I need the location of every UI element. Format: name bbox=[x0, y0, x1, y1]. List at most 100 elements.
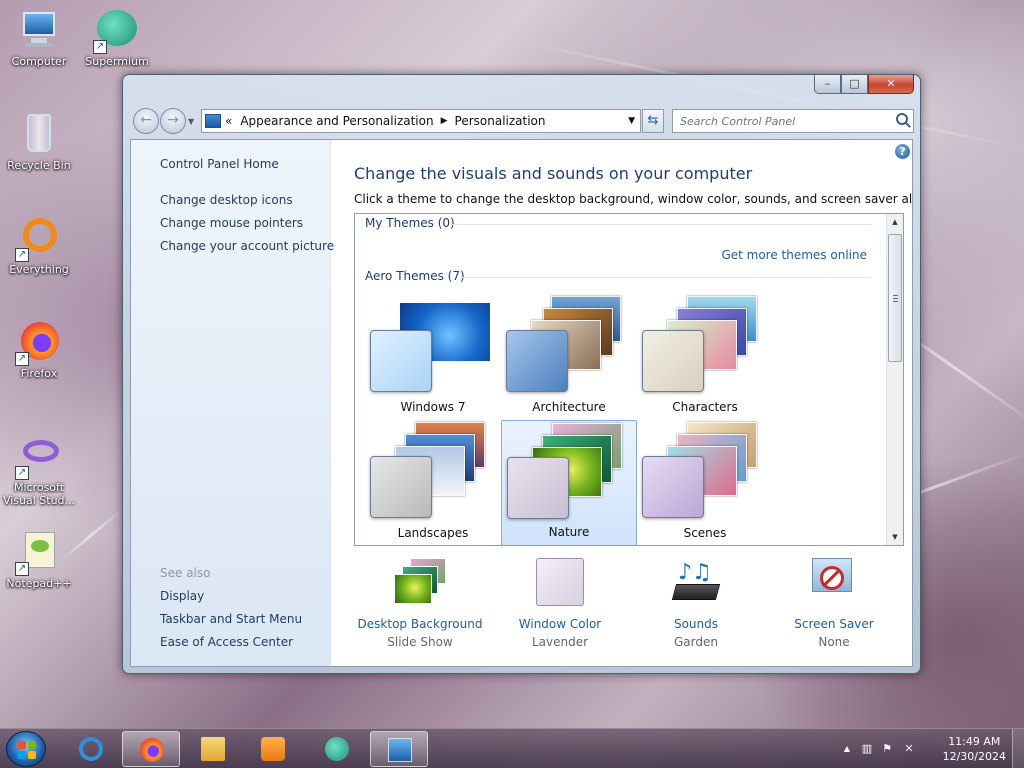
back-button[interactable]: ← bbox=[133, 108, 159, 134]
close-button[interactable]: ✕ bbox=[868, 75, 914, 94]
change-desktop-icons-link[interactable]: Change desktop icons bbox=[160, 193, 293, 207]
address-dropdown-icon[interactable]: ▼ bbox=[628, 116, 635, 126]
folder-icon bbox=[201, 737, 225, 761]
desktop-icon-visual-studio[interactable]: ↗ Microsoft Visual Stud... bbox=[0, 434, 78, 507]
desktop-background-option[interactable]: Desktop Background Slide Show bbox=[355, 558, 485, 652]
desktop-icon-everything[interactable]: ↗ Everything bbox=[0, 216, 78, 276]
taskbar-media-player[interactable] bbox=[244, 731, 302, 767]
show-desktop-button[interactable] bbox=[1012, 729, 1024, 768]
taskbar-internet-explorer[interactable] bbox=[62, 731, 120, 767]
supermium-icon: ↗ bbox=[93, 8, 139, 54]
desktop-icon-recycle-bin[interactable]: Recycle Bin bbox=[0, 112, 78, 172]
desktop-icon-computer[interactable]: Computer bbox=[0, 8, 78, 68]
volume-muted-icon[interactable]: ✕ bbox=[902, 742, 916, 756]
visual-studio-icon: ↗ bbox=[15, 434, 61, 480]
theme-windows-7[interactable]: Windows 7 bbox=[365, 294, 501, 420]
grip-icon bbox=[893, 295, 898, 302]
taskbar-firefox[interactable] bbox=[122, 731, 180, 767]
taskbar-supermium[interactable] bbox=[308, 731, 366, 767]
theme-color-swatch bbox=[642, 456, 704, 518]
taskbar-control-panel[interactable] bbox=[370, 731, 428, 767]
search-icon[interactable] bbox=[896, 113, 908, 125]
address-bar[interactable]: « Appearance and Personalization ▶ Perso… bbox=[201, 109, 641, 133]
breadcrumb-personalization[interactable]: Personalization bbox=[455, 114, 546, 128]
search-input[interactable] bbox=[673, 110, 883, 132]
scroll-up-icon[interactable]: ▲ bbox=[887, 214, 903, 230]
change-mouse-pointers-link[interactable]: Change mouse pointers bbox=[160, 216, 303, 230]
theme-landscapes[interactable]: Landscapes bbox=[365, 420, 501, 545]
scroll-thumb[interactable] bbox=[888, 234, 902, 362]
sounds-icon: ♪♫ bbox=[668, 558, 724, 608]
theme-characters[interactable]: Characters bbox=[637, 294, 773, 420]
ease-of-access-link[interactable]: Ease of Access Center bbox=[160, 635, 293, 649]
show-hidden-icons-button[interactable]: ▲ bbox=[840, 742, 854, 756]
option-title[interactable]: Window Color bbox=[495, 616, 625, 632]
my-themes-heading[interactable]: My Themes (0) bbox=[365, 216, 455, 230]
clock[interactable]: 11:49 AM 12/30/2024 bbox=[943, 734, 1006, 764]
screen-saver-icon bbox=[806, 558, 862, 608]
maximize-button[interactable]: □ bbox=[841, 75, 868, 94]
theme-name: Scenes bbox=[683, 526, 727, 540]
network-icon[interactable]: ▥ bbox=[860, 742, 874, 756]
shortcut-arrow-icon: ↗ bbox=[15, 248, 29, 262]
window-color-option[interactable]: Window Color Lavender bbox=[495, 558, 625, 652]
theme-name: Architecture bbox=[532, 400, 606, 414]
breadcrumb-overflow[interactable]: « bbox=[225, 114, 232, 128]
shortcut-arrow-icon: ↗ bbox=[15, 562, 29, 576]
search-box[interactable] bbox=[672, 109, 914, 133]
get-more-themes-link[interactable]: Get more themes online bbox=[721, 248, 867, 262]
firefox-icon bbox=[140, 738, 164, 762]
help-icon[interactable]: ? bbox=[895, 144, 910, 159]
breadcrumb-separator-icon[interactable]: ▶ bbox=[441, 116, 448, 126]
theme-name: Characters bbox=[672, 400, 738, 414]
theme-color-swatch bbox=[507, 457, 569, 519]
option-title[interactable]: Desktop Background bbox=[355, 616, 485, 632]
theme-name: Nature bbox=[548, 525, 590, 539]
notification-area: ▲ ▥ ⚑ ✕ 11:49 AM 12/30/2024 bbox=[834, 729, 1024, 768]
desktop-background-icon bbox=[392, 558, 448, 608]
theme-color-swatch bbox=[506, 330, 568, 392]
theme-architecture[interactable]: Architecture bbox=[501, 294, 637, 420]
theme-list-scrollbar[interactable]: ▲ ▼ bbox=[886, 214, 903, 545]
group-divider bbox=[459, 277, 871, 278]
theme-scenes[interactable]: Scenes bbox=[637, 420, 773, 545]
start-button[interactable] bbox=[6, 731, 46, 767]
control-panel-home-link[interactable]: Control Panel Home bbox=[160, 157, 279, 171]
desktop-icon-notepadpp[interactable]: ↗ Notepad++ bbox=[0, 530, 78, 590]
clock-date: 12/30/2024 bbox=[942, 750, 1006, 763]
desktop-icon-firefox[interactable]: ↗ Firefox bbox=[0, 320, 78, 380]
desktop-icon-supermium[interactable]: ↗ Supermium bbox=[78, 8, 156, 68]
change-account-picture-link[interactable]: Change your account picture bbox=[160, 239, 334, 253]
client-area: Control Panel Home Change desktop icons … bbox=[130, 139, 913, 667]
theme-color-swatch bbox=[370, 456, 432, 518]
group-divider bbox=[451, 224, 871, 225]
display-link[interactable]: Display bbox=[160, 589, 204, 603]
personalization-window: – □ ✕ ← → ▼ « Appearance and Personaliza… bbox=[122, 74, 921, 674]
refresh-button[interactable]: ⇆ bbox=[642, 109, 664, 133]
option-value: None bbox=[818, 635, 850, 649]
taskbar-start-menu-link[interactable]: Taskbar and Start Menu bbox=[160, 612, 302, 626]
action-center-flag-icon[interactable]: ⚑ bbox=[880, 742, 894, 756]
sounds-option[interactable]: ♪♫ Sounds Garden bbox=[631, 558, 761, 652]
theme-color-swatch bbox=[370, 330, 432, 392]
option-title[interactable]: Sounds bbox=[631, 616, 761, 632]
control-panel-icon bbox=[388, 738, 412, 762]
breadcrumb-appearance[interactable]: Appearance and Personalization bbox=[240, 114, 433, 128]
theme-nature[interactable]: Nature bbox=[501, 420, 637, 545]
forward-button[interactable]: → bbox=[160, 108, 186, 134]
screen-saver-option[interactable]: Screen Saver None bbox=[769, 558, 899, 652]
firefox-icon: ↗ bbox=[15, 320, 61, 366]
option-title[interactable]: Screen Saver bbox=[769, 616, 899, 632]
minimize-button[interactable]: – bbox=[814, 75, 841, 94]
aero-themes-heading[interactable]: Aero Themes (7) bbox=[365, 269, 465, 283]
scroll-down-icon[interactable]: ▼ bbox=[887, 529, 903, 545]
everything-icon: ↗ bbox=[15, 216, 61, 262]
recent-pages-dropdown[interactable]: ▼ bbox=[188, 117, 194, 126]
recycle-bin-icon bbox=[17, 112, 61, 156]
option-value: Garden bbox=[674, 635, 718, 649]
computer-icon bbox=[17, 8, 61, 52]
theme-name: Landscapes bbox=[397, 526, 469, 540]
theme-list[interactable]: My Themes (0) Get more themes online Aer… bbox=[354, 213, 904, 546]
see-also-heading: See also bbox=[160, 566, 211, 580]
taskbar-file-explorer[interactable] bbox=[184, 731, 242, 767]
